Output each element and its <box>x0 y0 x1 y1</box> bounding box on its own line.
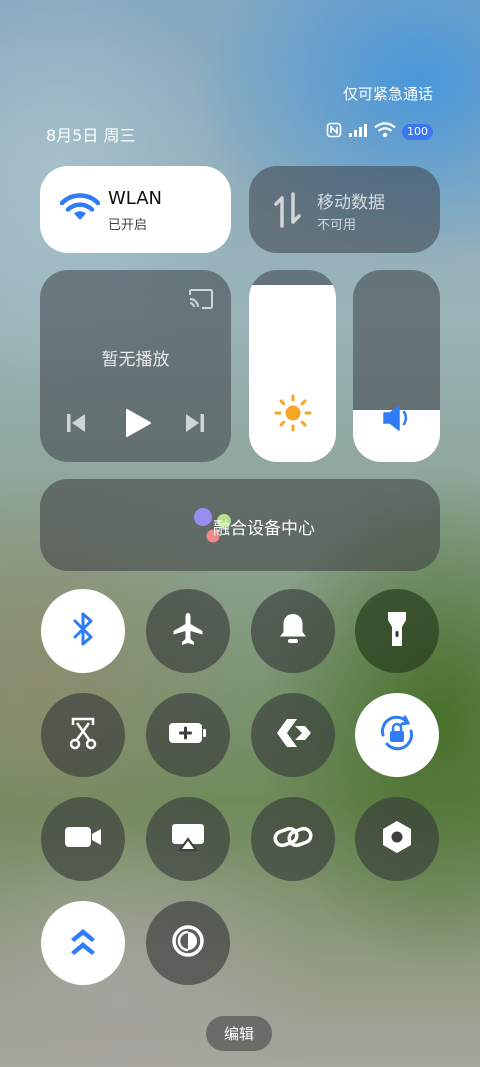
wifi-status-icon <box>374 122 396 142</box>
fusion-device-center-card[interactable]: 融合设备中心 <box>40 479 440 571</box>
battery-saver-icon <box>168 721 208 749</box>
edit-button[interactable]: 编辑 <box>206 1016 272 1051</box>
wlan-status: 已开启 <box>108 218 148 233</box>
mobile-data-status: 不可用 <box>317 218 357 233</box>
screenshot-toggle[interactable] <box>41 693 125 777</box>
previous-track-icon[interactable] <box>65 412 87 438</box>
wlan-title: WLAN <box>108 188 163 209</box>
media-player-card[interactable]: 暂无播放 <box>40 270 231 462</box>
link-icon <box>273 822 313 856</box>
flashlight-toggle[interactable] <box>355 589 439 673</box>
mobile-data-arrows-icon <box>273 192 303 232</box>
signal-icon <box>348 122 368 142</box>
speaker-icon <box>381 404 413 436</box>
video-camera-icon <box>63 823 103 855</box>
share-icon <box>275 717 311 753</box>
rotation-lock-icon <box>377 713 417 757</box>
brightness-slider[interactable] <box>249 270 336 462</box>
performance-mode-toggle[interactable] <box>41 901 125 985</box>
battery-indicator: 100 <box>402 124 433 140</box>
sun-icon <box>274 394 312 436</box>
airplane-mode-toggle[interactable] <box>146 589 230 673</box>
cast-icon[interactable] <box>187 288 215 314</box>
next-track-icon[interactable] <box>184 412 206 438</box>
bluetooth-toggle[interactable] <box>41 589 125 673</box>
no-playback-text: 暂无播放 <box>101 350 170 370</box>
share-toggle[interactable] <box>251 693 335 777</box>
volume-slider[interactable] <box>353 270 440 462</box>
performance-icon <box>68 925 98 961</box>
play-icon[interactable] <box>124 408 152 442</box>
screen-record-toggle[interactable] <box>41 797 125 881</box>
screen-cast-icon <box>170 822 206 856</box>
link-toggle[interactable] <box>251 797 335 881</box>
bell-icon <box>277 611 309 651</box>
airplane-icon <box>170 611 206 651</box>
date-text: 8月5日 周三 <box>46 126 136 145</box>
mobile-data-title: 移动数据 <box>317 193 385 213</box>
battery-saver-toggle[interactable] <box>146 693 230 777</box>
screen-cast-toggle[interactable] <box>146 797 230 881</box>
nfc-hexagon-icon <box>380 819 414 859</box>
status-icons: 100 <box>326 122 433 142</box>
flashlight-icon <box>385 610 409 652</box>
rotation-lock-toggle[interactable] <box>355 693 439 777</box>
nfc-icon <box>326 122 342 142</box>
emergency-call-only-text: 仅可紧急通话 <box>342 85 433 103</box>
wlan-tile[interactable]: WLAN 已开启 <box>40 166 231 253</box>
wifi-icon <box>59 193 101 227</box>
bluetooth-icon <box>68 611 98 651</box>
ringer-toggle[interactable] <box>251 589 335 673</box>
eye-comfort-toggle[interactable] <box>146 901 230 985</box>
mobile-data-tile[interactable]: 移动数据 不可用 <box>249 166 440 253</box>
eye-comfort-icon <box>170 923 206 963</box>
screenshot-scissors-icon <box>66 715 100 755</box>
nfc-toggle[interactable] <box>355 797 439 881</box>
fusion-device-center-label: 融合设备中心 <box>213 519 315 539</box>
